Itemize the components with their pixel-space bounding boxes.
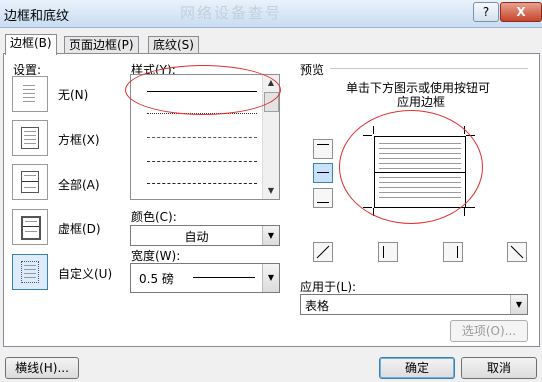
chevron-down-icon[interactable]: ▼ [262,226,279,245]
title-bar: 边框和底纹 网络设备查号 ? X [0,0,542,28]
diagonal-up-border-button[interactable] [313,242,333,262]
width-select[interactable]: 0.5 磅 ▼ [130,263,280,293]
inside-horizontal-border-button[interactable] [313,163,333,183]
apply-to-label: 应用于(L): [300,280,357,294]
bottom-border-button[interactable] [313,188,333,208]
preview-divider [330,68,528,69]
color-label: 颜色(C): [131,210,177,224]
tab-shading[interactable]: 底纹(S) [148,36,199,54]
tab-page-border[interactable]: 页面边框(P) [64,36,139,54]
style-dash-dot-line[interactable] [147,183,257,184]
style-dash-small-line[interactable] [147,137,257,138]
box-border-icon [21,127,39,149]
style-dash-line[interactable] [147,161,257,162]
left-border-button[interactable] [378,242,398,262]
help-button[interactable]: ? [473,2,499,22]
setting-custom-label: 自定义(U) [58,267,113,281]
width-line-sample [193,277,255,278]
watermark: 网络设备查号 [180,4,283,22]
color-select[interactable]: 自动 ▼ [130,225,280,246]
width-value: 0.5 磅 [139,272,174,286]
close-button[interactable]: X [500,2,542,22]
ok-button[interactable]: 确定 [379,357,455,379]
setting-box-button[interactable] [12,120,48,156]
cancel-button[interactable]: 取消 [461,357,537,379]
grid-border-icon [21,216,41,240]
annotation-ellipse-preview [339,110,483,224]
tab-borders[interactable]: 边框(B) [5,34,57,55]
apply-to-value: 表格 [305,299,330,313]
chevron-down-icon[interactable]: ▼ [262,264,279,292]
right-border-button[interactable] [443,242,463,262]
annotation-ellipse-style [125,65,281,115]
setting-box-label: 方框(X) [58,133,100,147]
preview-hint-line2: 应用边框 [397,95,446,109]
apply-to-select[interactable]: 表格 ▼ [300,294,528,315]
custom-border-icon [21,261,39,283]
scroll-down-icon[interactable]: ▼ [263,183,279,199]
setting-custom-button[interactable] [12,254,48,290]
setting-grid-label: 虚框(D) [58,222,101,236]
setting-grid-button[interactable] [12,209,48,245]
setting-none-label: 无(N) [58,88,89,102]
preview-label: 预览 [300,63,325,77]
setting-all-label: 全部(A) [58,178,100,192]
no-border-icon [21,83,37,103]
color-value: 自动 [184,230,209,244]
all-borders-icon [21,171,39,193]
window-title: 边框和底纹 [4,9,70,24]
diagonal-down-border-button[interactable] [507,242,527,262]
width-label: 宽度(W): [131,249,181,263]
setting-all-button[interactable] [12,164,48,200]
horizontal-line-button[interactable]: 横线(H)... [5,357,79,379]
setting-none-button[interactable] [12,76,48,112]
options-button[interactable]: 选项(O)... [450,320,528,342]
top-border-button[interactable] [313,139,333,159]
chevron-down-icon[interactable]: ▼ [510,295,527,314]
